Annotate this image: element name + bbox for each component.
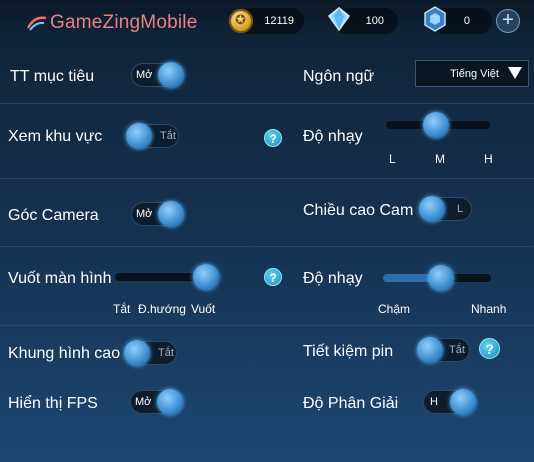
row-divider bbox=[0, 178, 534, 179]
camera-height-toggle[interactable]: L bbox=[419, 196, 472, 222]
battery-saver-help-icon[interactable]: ? bbox=[479, 338, 500, 359]
sensitivity-2-min: Chậm bbox=[378, 302, 411, 316]
camera-angle-label: Góc Camera bbox=[8, 207, 99, 224]
swipe-screen-help-icon[interactable]: ? bbox=[264, 268, 282, 286]
toggle-state: Tắt bbox=[160, 130, 176, 142]
toggle-state: H bbox=[430, 396, 438, 408]
resolution-toggle[interactable]: H bbox=[423, 389, 476, 415]
show-fps-toggle[interactable]: Mở bbox=[130, 389, 183, 415]
toggle-knob bbox=[417, 337, 443, 363]
row-divider bbox=[0, 246, 534, 247]
sensitivity-2-slider[interactable] bbox=[383, 265, 491, 291]
sensitivity-tick-high[interactable]: H bbox=[484, 152, 493, 166]
battery-saver-toggle[interactable]: Tắt bbox=[417, 337, 470, 363]
diamond-amount: 100 bbox=[365, 15, 384, 27]
resolution-label: Độ Phân Giải bbox=[303, 395, 399, 412]
sensitivity-tick-low[interactable]: L bbox=[389, 152, 396, 166]
gold-coin-icon bbox=[229, 9, 253, 33]
camera-height-label: Chiều cao Cam bbox=[303, 202, 414, 219]
view-area-help-icon[interactable]: ? bbox=[264, 129, 282, 147]
logo-text: GameZingMobile bbox=[50, 12, 198, 33]
high-framerate-label: Khung hình cao bbox=[8, 345, 121, 362]
add-currency-button[interactable]: + bbox=[496, 9, 520, 33]
target-info-label: TT mục tiêu bbox=[10, 68, 95, 85]
battery-saver-label: Tiết kiệm pin bbox=[303, 343, 394, 360]
sensitivity-2-max: Nhanh bbox=[471, 302, 507, 316]
diamond-icon bbox=[326, 6, 351, 32]
high-framerate-toggle[interactable]: Tắt bbox=[124, 340, 177, 366]
show-fps-label: Hiển thị FPS bbox=[8, 395, 98, 412]
toggle-knob bbox=[157, 389, 183, 415]
toggle-state: L bbox=[457, 203, 464, 215]
row-divider bbox=[0, 103, 534, 104]
sensitivity-tick-medium[interactable]: M bbox=[435, 152, 445, 166]
sensitivity-label: Độ nhạy bbox=[303, 128, 363, 145]
row-divider bbox=[0, 325, 534, 326]
slider-knob[interactable] bbox=[428, 265, 454, 291]
toggle-knob bbox=[419, 196, 445, 222]
language-select[interactable]: Tiếng Việt bbox=[415, 60, 529, 87]
voucher-icon bbox=[422, 6, 446, 32]
toggle-state: Mở bbox=[136, 208, 153, 220]
view-area-label: Xem khu vực bbox=[8, 128, 103, 145]
logo-swoosh-icon bbox=[26, 14, 48, 32]
slider-knob[interactable] bbox=[193, 264, 219, 290]
camera-angle-toggle[interactable]: Mở bbox=[131, 201, 184, 227]
swipe-option-off[interactable]: Tắt bbox=[113, 302, 130, 316]
gold-amount: 12119 bbox=[264, 15, 294, 27]
dropdown-arrow-icon bbox=[508, 67, 522, 79]
language-value: Tiếng Việt bbox=[450, 68, 499, 80]
toggle-knob bbox=[158, 62, 184, 88]
target-info-toggle[interactable]: Mở bbox=[131, 62, 184, 88]
toggle-knob bbox=[158, 201, 184, 227]
voucher-amount: 0 bbox=[463, 15, 470, 27]
language-label: Ngôn ngữ bbox=[303, 68, 375, 85]
toggle-knob bbox=[126, 123, 152, 149]
swipe-screen-label: Vuốt màn hình bbox=[8, 270, 112, 287]
toggle-state: Mở bbox=[135, 396, 152, 408]
swipe-screen-slider[interactable] bbox=[115, 264, 219, 290]
swipe-option-direction[interactable]: Đ.hướng bbox=[138, 302, 186, 316]
sensitivity-2-label: Độ nhạy bbox=[303, 270, 363, 287]
slider-knob[interactable] bbox=[423, 112, 449, 138]
view-area-toggle[interactable]: Tắt bbox=[126, 123, 179, 149]
swipe-option-swipe[interactable]: Vuốt bbox=[191, 302, 215, 316]
toggle-state: Mở bbox=[136, 69, 153, 81]
toggle-knob bbox=[450, 389, 476, 415]
logo: GameZingMobile bbox=[26, 10, 197, 36]
toggle-state: Tắt bbox=[158, 347, 174, 359]
sensitivity-slider[interactable] bbox=[386, 112, 490, 138]
toggle-state: Tắt bbox=[449, 344, 465, 356]
toggle-knob bbox=[124, 340, 150, 366]
